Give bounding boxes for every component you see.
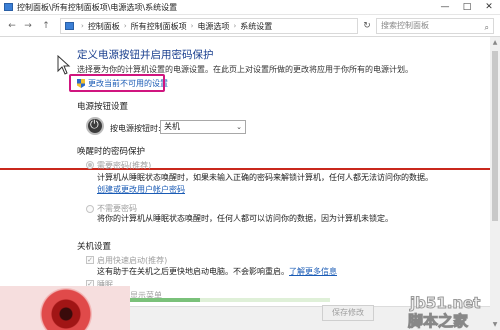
control-panel-icon — [65, 22, 74, 30]
refresh-icon[interactable]: ↻ — [361, 20, 373, 32]
scrollbar-thumb[interactable] — [492, 51, 498, 221]
up-arrow-icon[interactable]: ↑ — [40, 20, 52, 32]
forward-arrow-icon[interactable]: → — [22, 20, 34, 32]
require-password-radio[interactable] — [86, 161, 94, 169]
power-button-section-title: 电源按钮设置 — [77, 102, 129, 112]
annotation-highlight-box — [69, 74, 165, 92]
breadcrumb-separator: › — [123, 22, 127, 30]
page-title: 定义电源按钮并启用密码保护 — [77, 49, 214, 61]
wake-password-section-title: 唤醒时的密码保护 — [77, 147, 146, 157]
window-title: 控制面板\所有控制面板项\电源选项\系统设置 — [17, 3, 178, 12]
save-changes-button[interactable]: 保存修改 — [322, 305, 374, 321]
progress-fill — [130, 298, 200, 302]
power-icon — [86, 117, 104, 135]
scroll-up-icon[interactable]: ▲ — [490, 39, 500, 46]
disc-circle — [40, 288, 92, 330]
progress-bar — [130, 298, 330, 302]
address-bar: ← → ↑ › 控制面板 › 所有控制面板项 › 电源选项 › 系统设置 ↻ 搜… — [0, 15, 500, 37]
maximize-button[interactable]: □ — [456, 0, 478, 15]
fast-startup-checkbox[interactable]: ✓ — [86, 256, 94, 264]
fast-startup-label: 启用快速启动(推荐) — [97, 256, 168, 265]
pointer-icon — [57, 55, 71, 75]
breadcrumb-system-settings[interactable]: 系统设置 — [240, 21, 272, 32]
require-password-description: 计算机从睡眠状态唤醒时，如果未输入正确的密码来解锁计算机，任何人都无法访问你的数… — [97, 173, 433, 182]
search-input[interactable]: 搜索控制面板 ⌕ — [376, 18, 494, 34]
search-icon: ⌕ — [484, 23, 489, 32]
annotation-red-line — [0, 168, 490, 170]
breadcrumb-separator: › — [233, 22, 237, 30]
watermark-name: 脚本之家 — [407, 312, 469, 330]
fast-startup-description-text: 这有助于在关机之后更快地启动电脑。不会影响重启。 — [97, 267, 289, 276]
vertical-scrollbar[interactable]: ▲ ▼ — [490, 37, 500, 330]
require-password-label: 需要密码(推荐) — [97, 161, 152, 170]
title-bar: 控制面板\所有控制面板项\电源选项\系统设置 — □ ✕ — [0, 0, 500, 15]
chevron-down-icon: ⌄ — [236, 123, 242, 131]
minimize-button[interactable]: — — [434, 0, 456, 15]
power-button-action-value: 关机 — [164, 122, 180, 131]
no-password-description: 将你的计算机从睡眠状态唤醒时，任何人都可以访问你的数据，因为计算机未锁定。 — [97, 214, 393, 223]
breadcrumb[interactable]: › 控制面板 › 所有控制面板项 › 电源选项 › 系统设置 — [60, 18, 358, 34]
breadcrumb-all-items[interactable]: 所有控制面板项 — [131, 21, 187, 32]
scroll-down-icon[interactable]: ▼ — [490, 321, 500, 328]
learn-more-link[interactable]: 了解更多信息 — [289, 267, 337, 276]
search-placeholder: 搜索控制面板 — [381, 21, 429, 30]
no-password-radio[interactable] — [86, 205, 94, 213]
control-panel-icon — [4, 3, 13, 11]
breadcrumb-power-options[interactable]: 电源选项 — [197, 21, 229, 32]
create-password-link[interactable]: 创建或更改用户帐户密码 — [97, 184, 185, 195]
shutdown-section-title: 关机设置 — [77, 242, 112, 252]
breadcrumb-separator: › — [81, 22, 84, 30]
power-button-action-select[interactable]: 关机 ⌄ — [160, 120, 246, 134]
fast-startup-description: 这有助于在关机之后更快地启动电脑。不会影响重启。了解更多信息 — [97, 266, 337, 277]
breadcrumb-separator: › — [190, 22, 194, 30]
power-button-label: 按电源按钮时: — [110, 124, 161, 133]
back-arrow-icon[interactable]: ← — [6, 20, 18, 32]
breadcrumb-control-panel[interactable]: 控制面板 — [88, 21, 120, 32]
disc-graphic — [0, 286, 130, 330]
close-button[interactable]: ✕ — [478, 0, 500, 15]
